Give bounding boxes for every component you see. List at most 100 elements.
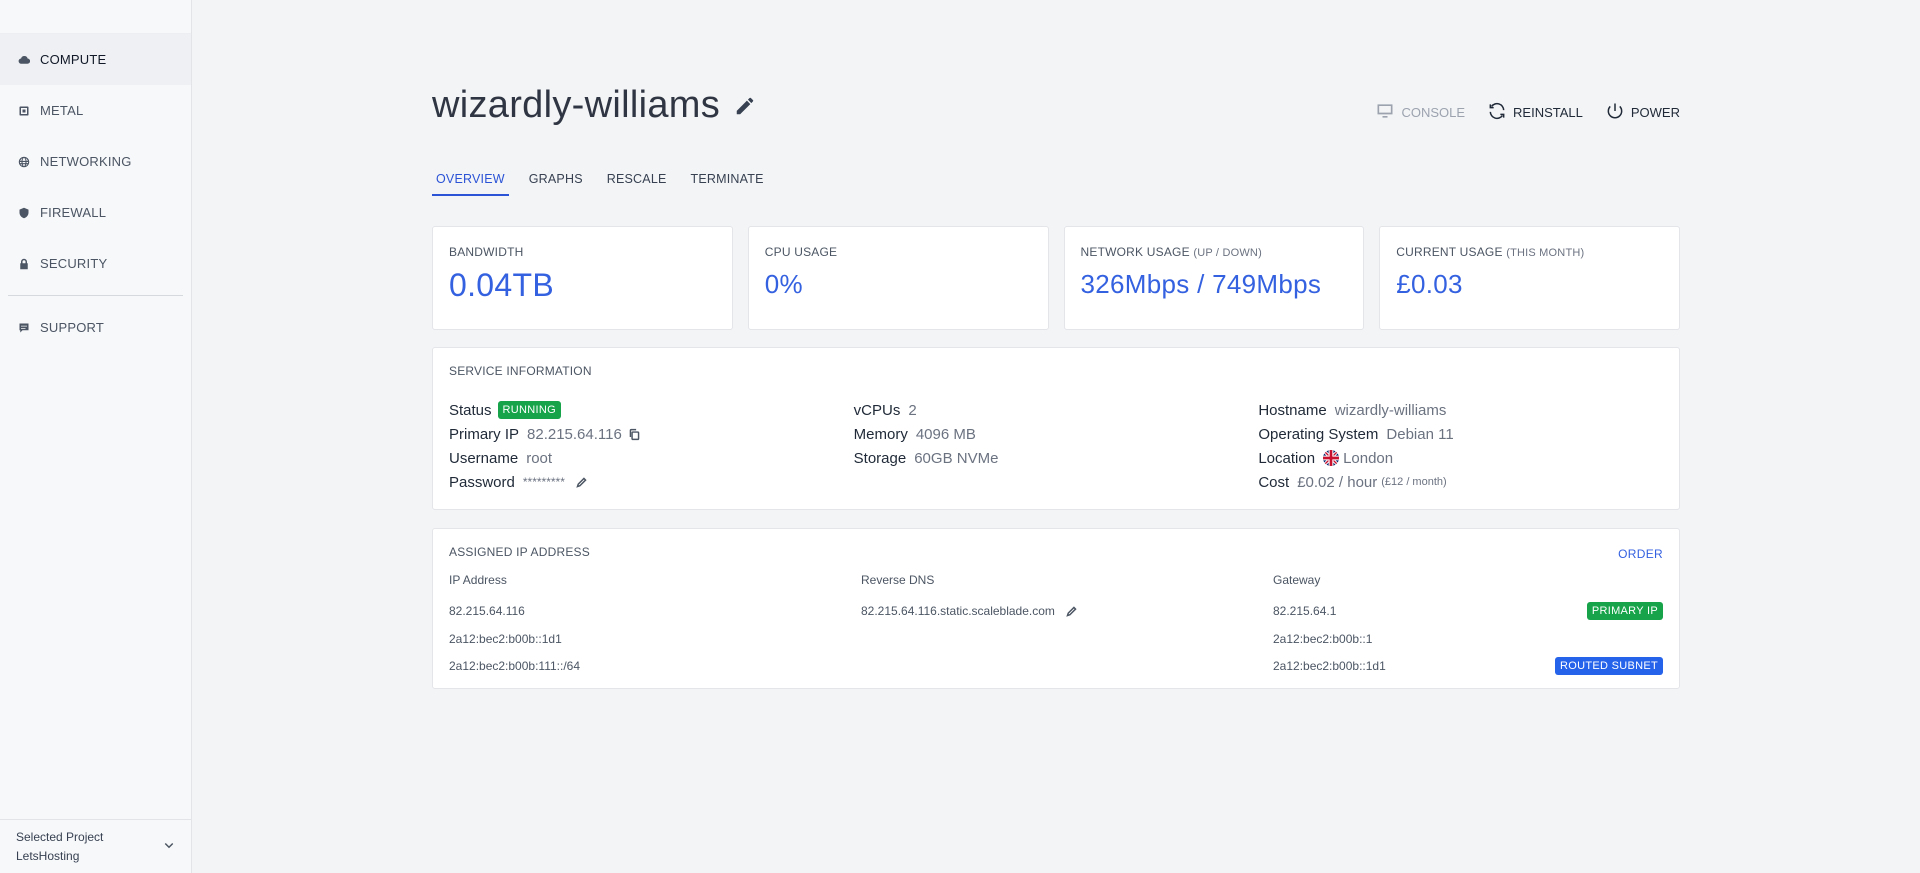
sidebar-item-label: NETWORKING	[40, 154, 132, 169]
sidebar-item-security[interactable]: SECURITY	[0, 238, 191, 289]
username-label: Username	[449, 449, 519, 467]
password-value: *********	[522, 475, 565, 489]
memory-label: Memory	[853, 425, 908, 443]
rdns-value: 82.215.64.116.static.scaleblade.com	[861, 604, 1055, 618]
password-row: Password *********	[449, 470, 854, 494]
os-label: Operating System	[1258, 425, 1379, 443]
sidebar-item-metal[interactable]: METAL	[0, 85, 191, 136]
tab-rescale[interactable]: RESCALE	[603, 170, 671, 196]
ip-cell: 2a12:bec2:b00b:111::/64	[449, 658, 581, 673]
gateway-value: 82.215.64.1	[1273, 604, 1337, 618]
assigned-ip-panel: ASSIGNED IP ADDRESS ORDER IP Address 82.…	[432, 528, 1680, 689]
tab-terminate[interactable]: TERMINATE	[687, 170, 768, 196]
hostname-value: wizardly-williams	[1334, 401, 1447, 419]
globe-icon	[18, 156, 30, 168]
console-button[interactable]: CONSOLE	[1375, 101, 1465, 124]
reinstall-button[interactable]: REINSTALL	[1487, 101, 1583, 124]
chip-icon	[18, 105, 30, 117]
status-row: Status RUNNING	[449, 398, 854, 422]
hostname-row: Hostname wizardly-williams	[1258, 398, 1663, 422]
ip-address-column: IP Address 82.215.64.116 2a12:bec2:b00b:…	[449, 573, 861, 679]
network-sublabel: (UP / DOWN)	[1193, 247, 1262, 259]
service-info-grid: Status RUNNING Primary IP 82.215.64.116 …	[449, 398, 1663, 494]
title-row: wizardly-williams	[432, 84, 756, 127]
current-label: CURRENT USAGE	[1396, 245, 1503, 259]
chat-icon	[18, 322, 30, 334]
status-badge: RUNNING	[497, 401, 561, 419]
cost-label: Cost	[1258, 473, 1290, 491]
uk-flag-icon	[1323, 450, 1340, 466]
ip-table: IP Address 82.215.64.116 2a12:bec2:b00b:…	[449, 573, 1663, 679]
routed-subnet-badge: ROUTED SUBNET	[1554, 656, 1663, 675]
bandwidth-card: BANDWIDTH 0.04TB	[432, 226, 733, 330]
username-value: root	[526, 449, 553, 467]
ip-cell: 2a12:bec2:b00b::1d1	[449, 631, 562, 646]
gateway-cell: 82.215.64.1 PRIMARY IP	[1273, 597, 1663, 625]
refresh-icon	[1487, 101, 1507, 124]
chevron-down-icon	[163, 839, 175, 854]
tab-overview[interactable]: OVERVIEW	[432, 170, 509, 196]
pencil-icon[interactable]	[734, 95, 756, 117]
assigned-ip-title: ASSIGNED IP ADDRESS	[449, 545, 590, 559]
sidebar-item-support[interactable]: SUPPORT	[0, 302, 191, 353]
username-row: Username root	[449, 446, 854, 470]
sidebar-item-firewall[interactable]: FIREWALL	[0, 187, 191, 238]
cost-month: (£12 / month)	[1381, 476, 1447, 488]
service-info-panel: SERVICE INFORMATION Status RUNNING Prima…	[432, 347, 1680, 510]
tab-graphs[interactable]: GRAPHS	[525, 170, 587, 196]
location-label: Location	[1258, 449, 1316, 467]
gateway-value: 2a12:bec2:b00b::1	[1273, 631, 1373, 646]
os-row: Operating System Debian 11	[1258, 422, 1663, 446]
power-button[interactable]: POWER	[1605, 101, 1680, 124]
primary-ip-badge: PRIMARY IP	[1586, 602, 1663, 620]
rdns-cell: 82.215.64.116.static.scaleblade.com	[861, 597, 1273, 625]
vcpus-label: vCPUs	[853, 401, 901, 419]
sidebar-item-networking[interactable]: NETWORKING	[0, 136, 191, 187]
sidebar-top	[0, 0, 191, 34]
vcpus-row: vCPUs 2	[854, 398, 1259, 422]
vcpus-value: 2	[908, 401, 917, 419]
network-label-row: NETWORK USAGE (UP / DOWN)	[1081, 245, 1348, 259]
power-icon	[1605, 101, 1625, 124]
sidebar-item-compute[interactable]: COMPUTE	[0, 34, 191, 85]
current-label-row: CURRENT USAGE (THIS MONTH)	[1396, 245, 1663, 259]
memory-row: Memory 4096 MB	[854, 422, 1259, 446]
project-name: LetsHosting	[16, 848, 80, 863]
tab-bar: OVERVIEW GRAPHS RESCALE TERMINATE	[432, 170, 784, 196]
bandwidth-label: BANDWIDTH	[449, 245, 524, 259]
monitor-icon	[1375, 101, 1395, 124]
order-button[interactable]: ORDER	[1618, 547, 1663, 561]
current-sublabel: (THIS MONTH)	[1506, 247, 1585, 259]
primary-ip-value: 82.215.64.116	[527, 425, 622, 443]
primary-ip-row: Primary IP 82.215.64.116	[449, 422, 854, 446]
storage-value: 60GB NVMe	[914, 449, 999, 467]
reverse-dns-header: Reverse DNS	[861, 573, 935, 587]
service-info-title: SERVICE INFORMATION	[449, 364, 592, 378]
cpu-card: CPU USAGE 0%	[747, 226, 1049, 330]
cpu-label: CPU USAGE	[764, 245, 838, 259]
memory-value: 4096 MB	[915, 425, 976, 443]
location-value: London	[1343, 449, 1394, 467]
sidebar-item-label: FIREWALL	[40, 205, 107, 220]
lock-icon	[18, 258, 30, 270]
os-value: Debian 11	[1386, 425, 1454, 443]
gateway-cell: 2a12:bec2:b00b::1d1 ROUTED SUBNET	[1273, 652, 1663, 679]
password-label: Password	[449, 473, 515, 491]
cost-value: £0.02 / hour	[1297, 473, 1378, 491]
sidebar: COMPUTE METAL NETWORKING FIREWALL SECURI…	[0, 0, 192, 873]
service-col-1: Status RUNNING Primary IP 82.215.64.116 …	[449, 398, 854, 494]
current-usage-card: CURRENT USAGE (THIS MONTH) £0.03	[1379, 226, 1680, 330]
stat-cards: BANDWIDTH 0.04TB CPU USAGE 0% NETWORK US…	[432, 226, 1680, 330]
cpu-value: 0%	[764, 269, 803, 299]
sidebar-item-label: COMPUTE	[40, 52, 107, 67]
gateway-cell: 2a12:bec2:b00b::1	[1273, 625, 1663, 652]
ip-address-header: IP Address	[449, 573, 507, 587]
reinstall-label: REINSTALL	[1513, 105, 1583, 120]
sidebar-item-label: METAL	[40, 103, 84, 118]
project-selector[interactable]: Selected Project LetsHosting	[0, 819, 191, 873]
service-col-2: vCPUs 2 Memory 4096 MB Storage 60GB NVMe	[854, 398, 1259, 494]
pencil-icon[interactable]	[575, 476, 588, 489]
copy-icon[interactable]	[628, 428, 641, 441]
pencil-icon[interactable]	[1065, 605, 1078, 618]
gateway-column: Gateway 82.215.64.1 PRIMARY IP 2a12:bec2…	[1273, 573, 1663, 679]
